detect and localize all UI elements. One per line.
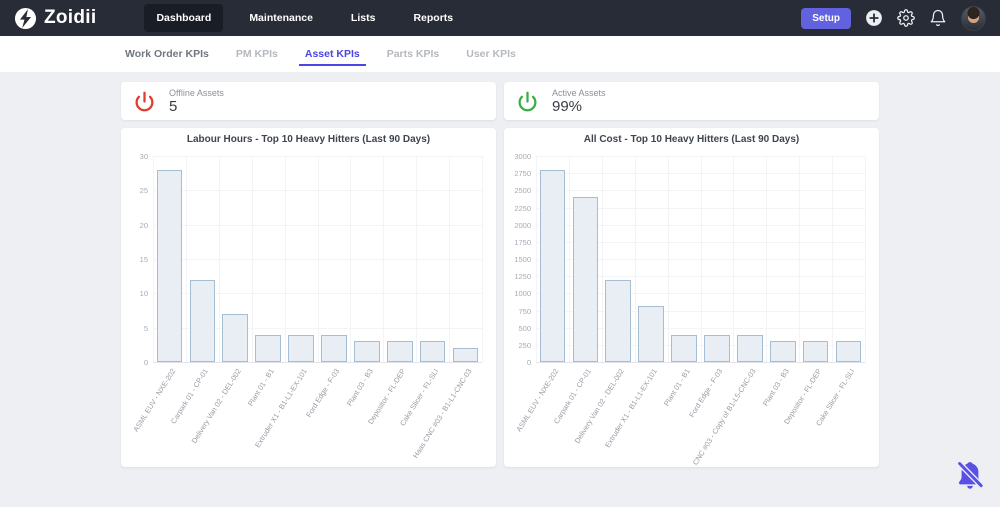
- navbar-actions: Setup: [801, 5, 986, 31]
- brand[interactable]: Zoidii: [14, 7, 96, 30]
- y-tick-label: 30: [139, 152, 148, 161]
- chart-title: All Cost - Top 10 Heavy Hitters (Last 90…: [583, 134, 800, 145]
- setup-button[interactable]: Setup: [801, 7, 851, 29]
- x-tick-label: Plant 01 - B1: [245, 367, 276, 408]
- y-tick-label: 1000: [514, 289, 531, 299]
- x-tick-label: ASML EUV - NXE-202: [513, 367, 561, 434]
- chart-bar[interactable]: [255, 334, 281, 362]
- chart-bar[interactable]: [539, 169, 566, 362]
- y-tick-label: 1250: [514, 272, 531, 282]
- y-tick-label: 2000: [514, 220, 531, 230]
- labour-hours-chart-card: Labour Hours - Top 10 Heavy Hitters (Las…: [121, 128, 496, 467]
- chart-bar[interactable]: [802, 341, 829, 362]
- chart-title: Labour Hours - Top 10 Heavy Hitters (Las…: [186, 134, 431, 145]
- chart-bar[interactable]: [354, 341, 380, 362]
- kpi-value: 5: [169, 97, 178, 115]
- tab-pm-kpis[interactable]: PM KPIs: [236, 38, 278, 70]
- x-tick-label: Haas CNC #03 - B1-L1-CNC-03: [410, 367, 474, 460]
- charts-row: Labour Hours - Top 10 Heavy Hitters (Las…: [121, 128, 879, 467]
- chart-bar[interactable]: [222, 313, 249, 362]
- x-tick-label: Ford Edge - F-03: [304, 367, 342, 419]
- y-tick-label: 2500: [514, 186, 531, 196]
- y-tick-label: 5: [143, 323, 148, 333]
- x-tick-label: ASML EUV - NXE-202: [130, 367, 178, 434]
- x-tick-label: Plant 03 - B3: [760, 367, 791, 408]
- plus-circle-icon[interactable]: [865, 9, 883, 27]
- active-assets-card: Active Assets 99%: [504, 82, 879, 120]
- kpi-row: Offline Assets 5 Active Assets 99%: [121, 82, 879, 120]
- chart-bar[interactable]: [737, 335, 763, 362]
- chart-bar[interactable]: [671, 335, 697, 362]
- y-tick-label: 15: [139, 255, 148, 264]
- x-tick-label: Ford Edge - F-03: [687, 367, 725, 419]
- all-cost-chart-card: All Cost - Top 10 Heavy Hitters (Last 90…: [504, 128, 879, 467]
- brand-name: Zoidii: [44, 7, 97, 28]
- main-nav: Dashboard Maintenance Lists Reports: [144, 4, 465, 32]
- y-tick-label: 2250: [514, 203, 531, 213]
- tab-work-order-kpis[interactable]: Work Order KPIs: [125, 38, 209, 70]
- chart-bar[interactable]: [638, 306, 664, 362]
- y-tick-label: 25: [139, 186, 148, 196]
- kpi-label: Active Assets: [552, 87, 606, 98]
- kpi-label: Offline Assets: [169, 87, 224, 98]
- all-cost-chart: 0 250 500 750 1000 1250 1500 1750 2000 2250 2500 27…: [512, 150, 871, 465]
- power-icon: [135, 91, 154, 111]
- bell-icon[interactable]: [929, 9, 947, 27]
- y-tick-label: 500: [518, 323, 531, 333]
- x-tick-label: Plant 01 - B1: [661, 367, 692, 408]
- chart-bar[interactable]: [452, 348, 479, 362]
- chart-bar[interactable]: [769, 341, 796, 362]
- nav-item-maintenance[interactable]: Maintenance: [237, 4, 325, 32]
- chart-bar[interactable]: [386, 341, 413, 362]
- tab-user-kpis[interactable]: User KPIs: [466, 38, 516, 70]
- tab-parts-kpis[interactable]: Parts KPIs: [387, 38, 440, 70]
- offline-assets-card: Offline Assets 5: [121, 82, 496, 120]
- chart-bar[interactable]: [156, 169, 183, 362]
- y-tick-label: 750: [518, 306, 531, 316]
- top-navbar: Zoidii Dashboard Maintenance Lists Repor…: [0, 0, 1000, 36]
- labour-hours-chart: 0 5 10 15 20 25 30 ASML EUV - NXE-202 Carpark 01…: [129, 150, 488, 465]
- tab-asset-kpis[interactable]: Asset KPIs: [298, 38, 366, 70]
- user-avatar[interactable]: [961, 5, 986, 31]
- nav-item-lists[interactable]: Lists: [339, 4, 388, 32]
- chart-bar[interactable]: [189, 279, 216, 362]
- y-tick-label: 1500: [514, 255, 531, 264]
- chart-bar[interactable]: [572, 197, 599, 362]
- bolt-circle-icon: [14, 7, 37, 29]
- y-tick-label: 10: [139, 289, 148, 299]
- dashboard-content: Offline Assets 5 Active Assets 99% Labou…: [121, 82, 879, 467]
- chart-bar[interactable]: [288, 334, 314, 362]
- chart-bar[interactable]: [605, 279, 632, 362]
- kpi-tabbar: Work Order KPIs PM KPIs Asset KPIs Parts…: [0, 36, 1000, 72]
- y-tick-label: 0: [526, 358, 531, 367]
- y-tick-label: 250: [518, 340, 531, 350]
- x-tick-label: Plant 03 - B3: [344, 367, 375, 408]
- nav-item-dashboard[interactable]: Dashboard: [144, 4, 224, 32]
- y-tick-label: 1750: [514, 237, 531, 247]
- chart-bar[interactable]: [704, 335, 730, 362]
- power-icon: [518, 91, 537, 111]
- bell-off-icon[interactable]: [954, 459, 986, 491]
- chart-bar[interactable]: [835, 341, 862, 362]
- chart-bar[interactable]: [419, 341, 446, 362]
- y-tick-label: 2750: [514, 169, 531, 179]
- chart-bar[interactable]: [321, 334, 347, 362]
- kpi-value: 99%: [552, 97, 583, 115]
- y-tick-label: 0: [143, 358, 148, 367]
- nav-item-reports[interactable]: Reports: [401, 4, 465, 32]
- y-tick-label: 20: [139, 220, 148, 230]
- y-tick-label: 3000: [514, 152, 531, 161]
- gear-icon[interactable]: [897, 9, 915, 27]
